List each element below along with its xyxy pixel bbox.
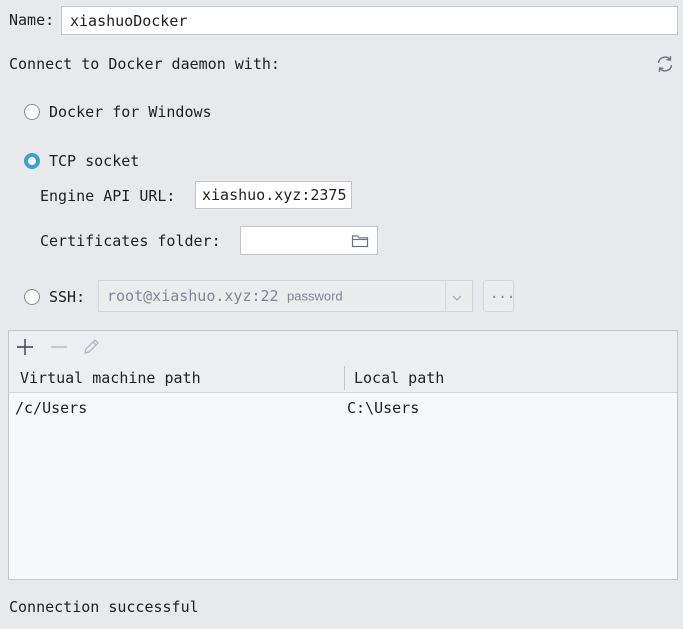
engine-api-url-label: Engine API URL: — [40, 187, 176, 205]
folder-icon[interactable] — [351, 233, 369, 249]
radio-tcp-socket-circle — [24, 153, 40, 169]
add-icon[interactable] — [14, 336, 36, 358]
chevron-down-icon — [445, 281, 446, 311]
ssh-config-select: root@xiashuo.xyz:22 password — [98, 280, 473, 312]
ssh-config-auth: password — [287, 288, 343, 304]
name-input[interactable]: xiashuoDocker — [61, 6, 678, 35]
radio-tcp-socket[interactable]: TCP socket — [24, 152, 164, 170]
radio-ssh-label: SSH: — [49, 288, 86, 306]
radio-ssh[interactable]: SSH: — [24, 288, 90, 306]
certificates-folder-input[interactable] — [240, 226, 378, 255]
table-toolbar — [9, 331, 677, 364]
radio-docker-for-windows-label: Docker for Windows — [49, 103, 212, 121]
radio-ssh-circle — [24, 289, 40, 305]
name-label: Name: — [9, 11, 55, 29]
radio-docker-for-windows[interactable]: Docker for Windows — [24, 103, 224, 121]
remove-icon — [48, 336, 70, 358]
column-header-local-path[interactable]: Local path — [354, 369, 444, 387]
certificates-folder-label: Certificates folder: — [40, 232, 221, 250]
path-mappings-table: Virtual machine path Local path /c/Users… — [8, 330, 678, 580]
table-header: Virtual machine path Local path — [9, 363, 677, 393]
refresh-icon[interactable] — [654, 54, 676, 74]
ssh-more-label: ... — [490, 286, 516, 302]
dropdown-arrow-icon — [450, 290, 464, 302]
radio-tcp-socket-label: TCP socket — [49, 152, 140, 170]
connection-status: Connection successful — [9, 598, 199, 616]
radio-docker-for-windows-circle — [24, 104, 40, 120]
ssh-config-value: root@xiashuo.xyz:22 — [107, 287, 279, 305]
name-input-value: xiashuoDocker — [70, 11, 188, 30]
engine-api-url-value: xiashuo.xyz:2375 — [202, 186, 347, 204]
connect-heading: Connect to Docker daemon with: — [9, 55, 280, 73]
column-divider[interactable] — [344, 366, 345, 390]
table-cell-local-path: C:\Users — [347, 399, 420, 417]
ssh-more-button: ... — [483, 280, 516, 312]
table-cell-vm-path: /c/Users — [15, 399, 88, 417]
table-row[interactable]: /c/Users C:\Users — [9, 393, 677, 421]
edit-icon — [80, 336, 102, 358]
engine-api-url-input[interactable]: xiashuo.xyz:2375 — [195, 181, 352, 209]
column-header-vm-path[interactable]: Virtual machine path — [20, 369, 201, 387]
